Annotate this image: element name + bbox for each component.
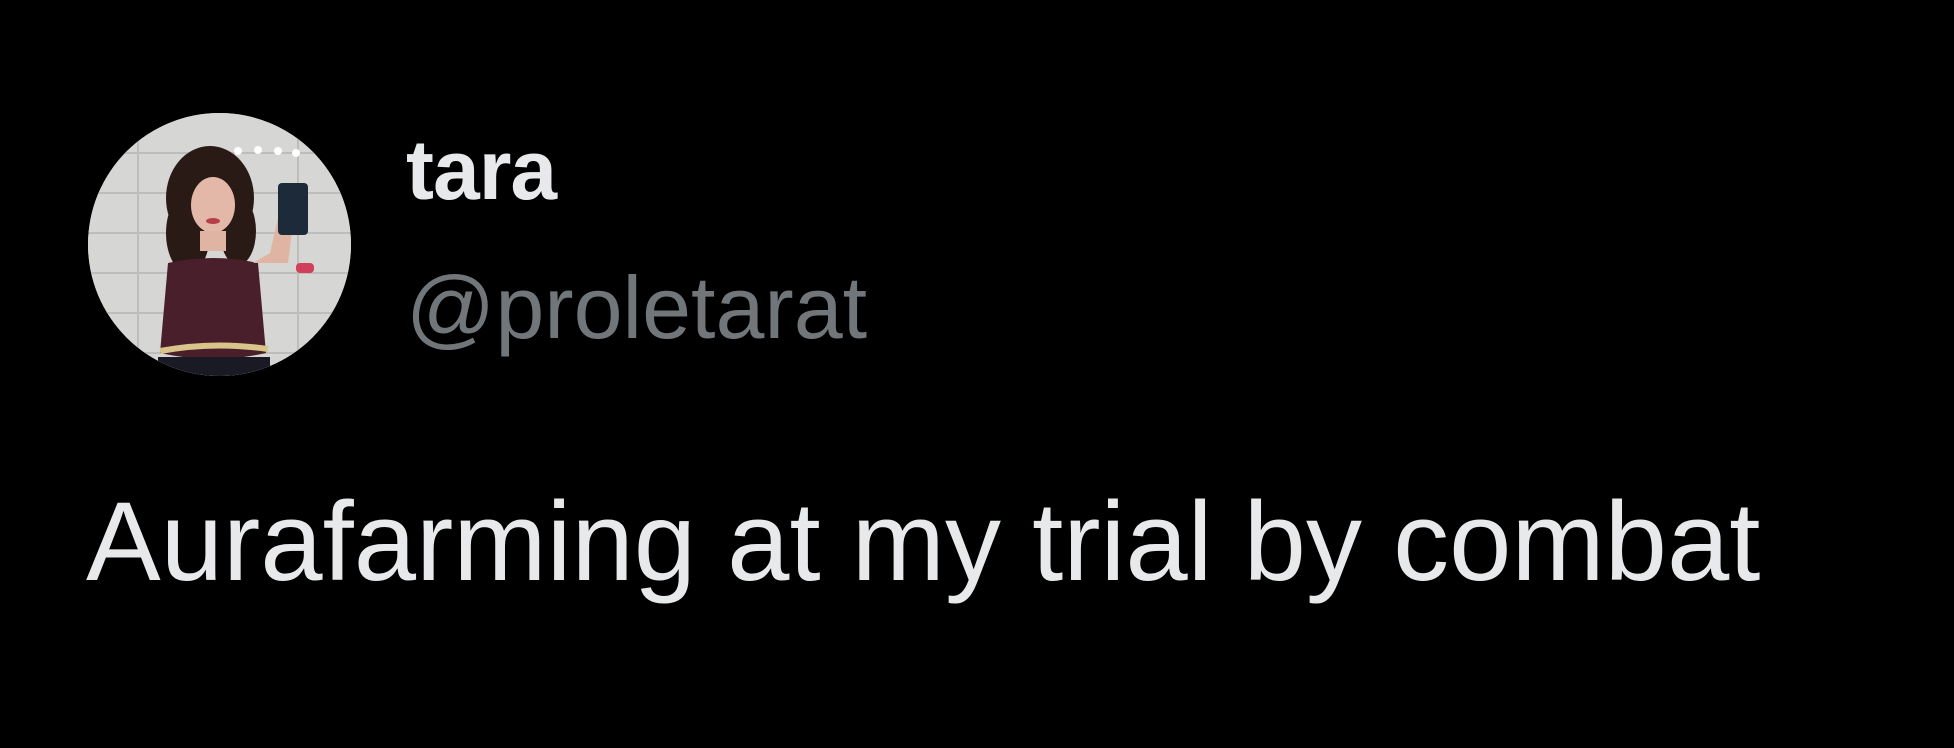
tweet-text: Aurafarming at my trial by combat <box>86 479 1761 604</box>
user-handle[interactable]: @proletarat <box>406 264 867 352</box>
display-name[interactable]: tara <box>406 128 557 212</box>
tweet-card: tara @proletarat Aurafarming at my trial… <box>0 0 1954 748</box>
avatar[interactable] <box>88 113 351 376</box>
profile-photo-icon <box>88 113 351 376</box>
